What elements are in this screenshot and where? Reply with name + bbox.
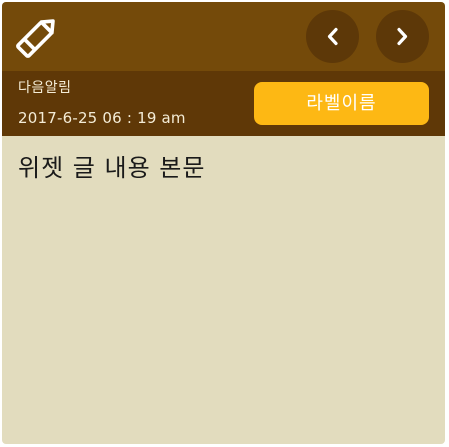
label-name-button[interactable]: 라벨이름 (254, 82, 429, 125)
next-alarm-bar: 다음알림 2017-6-25 06 : 19 am 라벨이름 (2, 71, 445, 136)
chevron-right-icon (397, 27, 408, 46)
note-widget: 다음알림 2017-6-25 06 : 19 am 라벨이름 위젯 글 내용 본… (2, 2, 445, 444)
pencil-icon[interactable] (12, 14, 60, 62)
chevron-left-icon (327, 27, 338, 46)
next-alarm-datetime: 2017-6-25 06 : 19 am (18, 109, 186, 127)
previous-button[interactable] (306, 10, 359, 63)
next-alarm-title: 다음알림 (18, 80, 72, 96)
note-body-text[interactable]: 위젯 글 내용 본문 (18, 148, 205, 183)
widget-header (2, 2, 445, 71)
next-button[interactable] (376, 10, 429, 63)
